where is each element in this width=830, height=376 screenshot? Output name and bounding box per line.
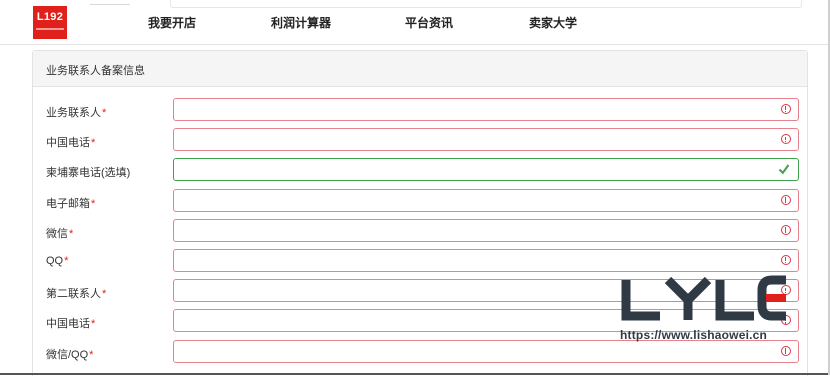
watermark: https://www.lishaowei.cn — [600, 272, 820, 362]
field-label-contact-person: 业务联系人* — [46, 104, 106, 120]
required-mark: * — [89, 348, 94, 361]
required-mark: * — [91, 318, 96, 331]
field-label-email: 电子邮箱* — [46, 195, 95, 211]
form-row-contact-person: 业务联系人* — [33, 96, 807, 126]
required-mark: * — [91, 197, 96, 210]
field-box-email — [173, 188, 799, 212]
field-label-text: 电子邮箱 — [46, 197, 90, 210]
check-icon — [778, 164, 790, 175]
field-label-text: 中国电话 — [46, 137, 90, 150]
form-row-china-phone: 中国电话* — [33, 126, 807, 156]
field-label-second-contact: 第二联系人* — [46, 285, 106, 301]
top-navbar: L192 我要开店 利润计算器 平台资讯 卖家大学 — [0, 0, 830, 45]
field-box-contact-person — [173, 98, 799, 121]
field-label-cambodia-phone: 柬埔寨电话(选填) — [46, 164, 130, 180]
error-icon — [781, 224, 791, 235]
input-china-phone[interactable] — [174, 129, 780, 151]
input-cambodia-phone[interactable] — [174, 159, 780, 181]
form-row-wechat: 微信* — [33, 217, 807, 247]
field-label-qq: QQ* — [46, 255, 68, 267]
input-qq[interactable] — [174, 250, 780, 271]
required-mark: * — [91, 137, 96, 150]
lyle-logo-icon — [621, 275, 786, 321]
error-icon — [781, 194, 791, 205]
input-contact-person[interactable] — [174, 99, 780, 120]
input-wechat[interactable] — [174, 219, 780, 241]
top-ghost-line — [90, 0, 130, 5]
field-label-wechat-qq: 微信/QQ* — [46, 346, 93, 362]
field-label-text: 第二联系人 — [46, 288, 101, 301]
error-icon — [781, 104, 791, 114]
field-label-text: 业务联系人 — [46, 107, 101, 119]
nav-item-open-store[interactable]: 我要开店 — [148, 14, 196, 31]
panel-title: 业务联系人备案信息 — [46, 65, 145, 77]
top-search-strip — [170, 0, 802, 8]
logo-text: L192 — [36, 11, 64, 23]
site-logo[interactable]: L192 — [33, 6, 67, 39]
field-label-text: 微信/QQ — [46, 348, 89, 361]
nav-item-profit-calculator[interactable]: 利润计算器 — [271, 14, 331, 31]
nav-item-seller-university[interactable]: 卖家大学 — [529, 14, 577, 31]
field-label-wechat: 微信* — [46, 225, 73, 241]
watermark-url: https://www.lishaowei.cn — [620, 328, 768, 342]
field-box-cambodia-phone — [173, 158, 799, 182]
required-mark: * — [102, 288, 107, 301]
required-mark: * — [69, 227, 74, 240]
field-label-text: 中国电话 — [46, 318, 90, 331]
required-mark: * — [102, 107, 107, 119]
field-label-china-phone: 中国电话* — [46, 134, 95, 150]
panel-header: 业务联系人备案信息 — [33, 51, 807, 87]
field-box-china-phone — [173, 128, 799, 152]
form-row-email: 电子邮箱* — [33, 187, 807, 217]
nav-item-platform-news[interactable]: 平台资讯 — [405, 14, 453, 31]
field-label-text: 微信 — [46, 227, 68, 240]
field-label-text: 柬埔寨电话(选填) — [46, 167, 131, 180]
input-email[interactable] — [174, 189, 780, 211]
error-icon — [781, 134, 791, 145]
field-label-text: QQ — [46, 255, 64, 267]
required-mark: * — [64, 255, 69, 267]
error-icon — [781, 255, 791, 265]
field-label-china-phone-2: 中国电话* — [46, 315, 95, 331]
logo-underline — [36, 28, 64, 30]
field-box-qq — [173, 249, 799, 272]
field-box-wechat — [173, 218, 799, 242]
form-row-cambodia-phone: 柬埔寨电话(选填) — [33, 156, 807, 186]
